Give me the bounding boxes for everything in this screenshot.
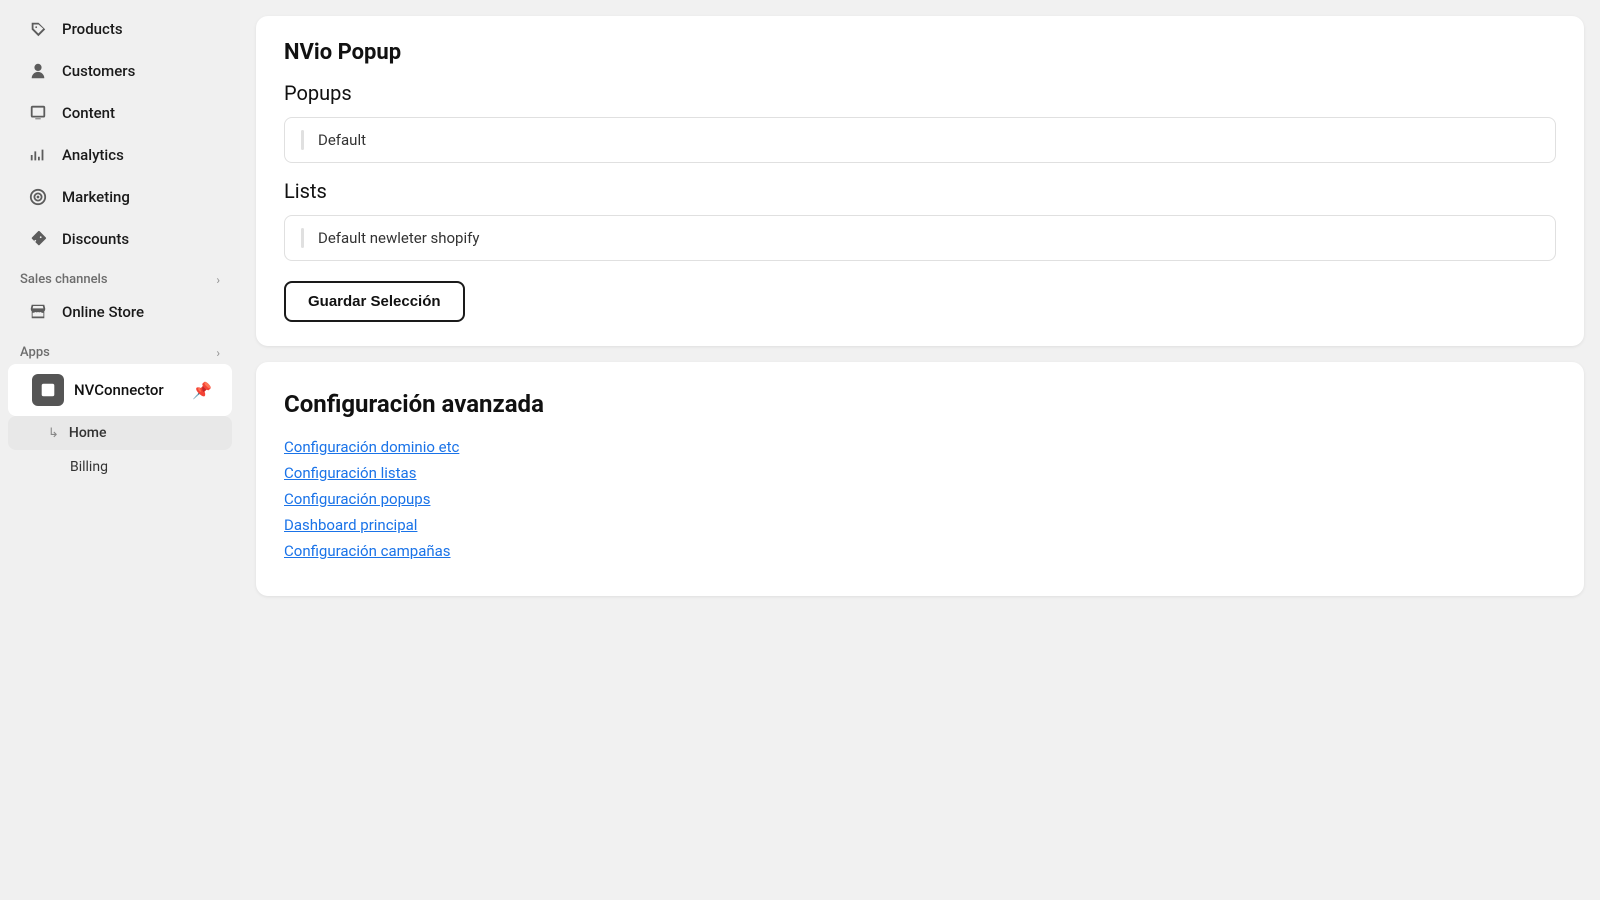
discount-icon: [28, 229, 48, 249]
sidebar-sub-billing-label: Billing: [48, 459, 108, 475]
sales-channels-label: Sales channels: [20, 272, 108, 287]
nvconnector-item[interactable]: NVConnector 📌: [8, 364, 232, 416]
sales-channels-section: Sales channels ›: [0, 260, 240, 291]
sidebar-item-marketing-label: Marketing: [62, 188, 130, 206]
guardar-seleccion-button[interactable]: Guardar Selección: [284, 281, 465, 322]
config-link-popups[interactable]: Configuración popups: [284, 490, 1556, 508]
config-link-campanas[interactable]: Configuración campañas: [284, 542, 1556, 560]
nvconnector-label: NVConnector: [74, 381, 164, 399]
target-icon: [28, 187, 48, 207]
list-default-item[interactable]: Default newleter shopify: [284, 215, 1556, 261]
popup-default-label: Default: [318, 131, 366, 149]
sidebar-item-marketing[interactable]: Marketing: [8, 177, 232, 217]
sidebar-item-online-store[interactable]: Online Store: [8, 292, 232, 332]
sidebar: Products Customers Content Analytics: [0, 0, 240, 900]
bar-chart-icon: [28, 145, 48, 165]
sales-channels-chevron-icon: ›: [216, 273, 220, 287]
nvio-popup-card: NVio Popup Popups Default Lists Default …: [256, 16, 1584, 346]
pin-icon: 📌: [192, 381, 212, 400]
sub-arrow-icon: ↳: [48, 426, 59, 441]
popup-default-item[interactable]: Default: [284, 117, 1556, 163]
config-link-dashboard[interactable]: Dashboard principal: [284, 516, 1556, 534]
sidebar-item-content-label: Content: [62, 104, 115, 122]
apps-label: Apps: [20, 345, 50, 360]
advanced-config-card: Configuración avanzada Configuración dom…: [256, 362, 1584, 596]
person-icon: [28, 61, 48, 81]
sidebar-item-customers-label: Customers: [62, 62, 135, 80]
sidebar-item-products-label: Products: [62, 20, 123, 38]
sidebar-item-online-store-label: Online Store: [62, 303, 144, 321]
sidebar-item-discounts[interactable]: Discounts: [8, 219, 232, 259]
list-default-label: Default newleter shopify: [318, 229, 479, 247]
tag-icon: [28, 19, 48, 39]
apps-section: Apps ›: [0, 333, 240, 364]
config-link-dominio[interactable]: Configuración dominio etc: [284, 438, 1556, 456]
sidebar-sub-home-label: Home: [69, 425, 107, 441]
sidebar-item-analytics-label: Analytics: [62, 146, 124, 164]
sidebar-item-content[interactable]: Content: [8, 93, 232, 133]
advanced-title: Configuración avanzada: [284, 390, 1556, 418]
apps-chevron-icon: ›: [216, 346, 220, 360]
popups-heading: Popups: [284, 81, 1556, 105]
config-link-listas[interactable]: Configuración listas: [284, 464, 1556, 482]
sidebar-item-analytics[interactable]: Analytics: [8, 135, 232, 175]
sidebar-item-products[interactable]: Products: [8, 9, 232, 49]
nvconnector-app-icon: [32, 374, 64, 406]
monitor-icon: [28, 103, 48, 123]
main-content: NVio Popup Popups Default Lists Default …: [240, 0, 1600, 900]
sidebar-sub-billing[interactable]: Billing: [8, 450, 232, 484]
sidebar-item-customers[interactable]: Customers: [8, 51, 232, 91]
sidebar-item-discounts-label: Discounts: [62, 230, 129, 248]
lists-heading: Lists: [284, 179, 1556, 203]
store-icon: [28, 302, 48, 322]
sidebar-sub-home[interactable]: ↳ Home: [8, 416, 232, 450]
app-title: NVio Popup: [284, 40, 1556, 65]
